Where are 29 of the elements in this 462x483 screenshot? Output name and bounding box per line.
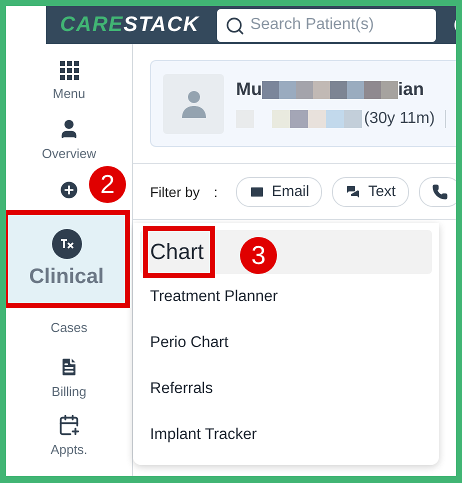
phone-icon	[432, 184, 448, 200]
sidebar-item-selected[interactable]: Clinical	[6, 212, 128, 306]
dropdown-option[interactable]: Referrals	[140, 366, 432, 412]
grid-icon	[60, 61, 78, 80]
patient-name: ian	[398, 79, 424, 100]
filter-chip[interactable]: Email	[236, 176, 322, 206]
calendar-plus-icon	[58, 414, 80, 436]
patient-age: (30y 11m)	[364, 110, 435, 128]
filter-chip[interactable]	[418, 176, 456, 206]
step-number-badge: 2	[89, 166, 126, 203]
filter-label: Filter by	[150, 184, 200, 200]
dropdown-option[interactable]: Perio Chart	[140, 320, 432, 366]
patient-search-field[interactable]: Search Patient(s)	[217, 8, 436, 42]
sidebar-item[interactable]: Appts.	[6, 406, 132, 464]
patient-name: Mu	[236, 79, 262, 100]
plus-circle-icon[interactable]	[58, 179, 80, 201]
dropdown-option[interactable]: Implant Tracker	[140, 412, 432, 458]
dropdown-option[interactable]: Treatment Planner	[140, 274, 432, 320]
sidebar-item[interactable]: Billing	[6, 348, 132, 406]
sidebar-item[interactable]: Menu	[6, 52, 132, 110]
avatar-icon	[163, 74, 224, 134]
filter-chip[interactable]: Text	[332, 176, 409, 206]
chat-icon	[345, 184, 362, 200]
search-icon	[225, 16, 246, 36]
carestack-logo: CARESTACK	[60, 13, 200, 37]
separator-colon: :	[214, 184, 218, 200]
sidebar-item[interactable]: Overview	[6, 110, 132, 168]
sidebar-item[interactable]: Cases	[6, 306, 132, 348]
tx-icon	[52, 229, 82, 259]
